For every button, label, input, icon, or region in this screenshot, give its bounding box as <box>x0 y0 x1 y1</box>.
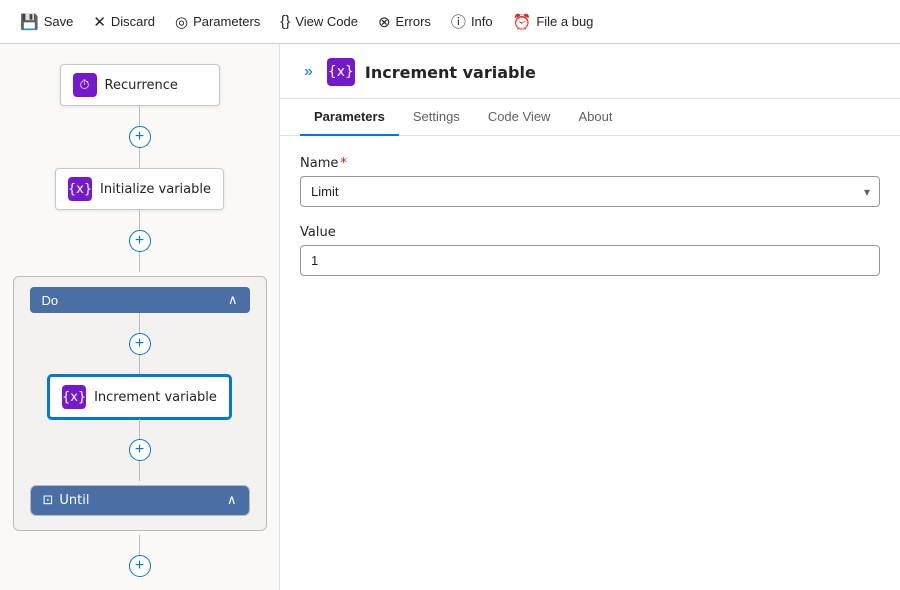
errors-button[interactable]: ⊗ Errors <box>370 9 439 35</box>
name-field-group: Name* Limit ▾ <box>300 156 880 207</box>
connector-2: + <box>129 210 151 272</box>
code-icon: {} <box>280 13 290 30</box>
info-icon: ⓘ <box>451 11 466 32</box>
increment-variable-node[interactable]: {x} Increment variable <box>48 375 231 419</box>
bug-icon: ⏰ <box>513 13 532 31</box>
view-code-button[interactable]: {} View Code <box>272 9 366 34</box>
connector-do-bottom: + <box>129 419 151 481</box>
initialize-variable-icon: {x} <box>68 177 92 201</box>
until-container: ⊡ Until ∧ <box>30 485 250 516</box>
tab-about[interactable]: About <box>564 99 626 136</box>
increment-variable-label: Increment variable <box>94 390 217 405</box>
recurrence-node[interactable]: ⏱ Recurrence <box>60 64 220 106</box>
discard-label: Discard <box>111 14 155 29</box>
until-icon: ⊡ <box>43 493 54 508</box>
panel-title-icon: {x} <box>327 58 355 86</box>
do-label: Do <box>42 293 59 308</box>
name-required: * <box>340 156 347 171</box>
parameters-button[interactable]: ◎ Parameters <box>167 9 268 35</box>
connector-bottom: + <box>129 535 151 577</box>
do-loop-header[interactable]: Do ∧ <box>30 287 250 313</box>
tab-parameters[interactable]: Parameters <box>300 99 399 136</box>
connector-line <box>139 313 140 333</box>
tab-code-view[interactable]: Code View <box>474 99 565 136</box>
parameters-label: Parameters <box>193 14 260 29</box>
panel-title: Increment variable <box>365 63 536 82</box>
value-field-group: Value <box>300 225 880 276</box>
save-icon: 💾 <box>20 13 39 31</box>
value-label: Value <box>300 225 880 240</box>
collapse-icon: ∧ <box>228 292 238 308</box>
recurrence-label: Recurrence <box>105 78 178 93</box>
panel-content: Name* Limit ▾ Value <box>280 136 900 314</box>
connector-line <box>139 148 140 168</box>
file-a-bug-button[interactable]: ⏰ File a bug <box>505 9 602 35</box>
errors-icon: ⊗ <box>378 13 391 31</box>
info-button[interactable]: ⓘ Info <box>443 7 501 36</box>
until-label: Until <box>59 493 89 508</box>
discard-icon: ✕ <box>93 13 106 31</box>
save-label: Save <box>44 14 74 29</box>
add-after-recurrence-button[interactable]: + <box>129 126 151 148</box>
tab-settings[interactable]: Settings <box>399 99 474 136</box>
errors-label: Errors <box>396 14 431 29</box>
recurrence-icon: ⏱ <box>73 73 97 97</box>
panel-expand-button[interactable]: » <box>300 63 317 81</box>
file-a-bug-label: File a bug <box>536 14 593 29</box>
discard-button[interactable]: ✕ Discard <box>85 9 163 35</box>
detail-panel: » {x} Increment variable Parameters Sett… <box>280 44 900 590</box>
panel-header: » {x} Increment variable <box>280 44 900 99</box>
connector-line <box>139 252 140 272</box>
name-select[interactable]: Limit <box>300 176 880 207</box>
add-after-increment-button[interactable]: + <box>129 439 151 461</box>
increment-variable-icon: {x} <box>62 385 86 409</box>
add-after-init-button[interactable]: + <box>129 230 151 252</box>
name-select-wrapper: Limit ▾ <box>300 176 880 207</box>
connector-line <box>139 210 140 230</box>
save-button[interactable]: 💾 Save <box>12 9 81 35</box>
connector-do-top: + <box>129 313 151 375</box>
view-code-label: View Code <box>295 14 358 29</box>
until-collapse-icon: ∧ <box>227 493 237 508</box>
connector-line <box>139 461 140 481</box>
do-loop-container: Do ∧ + {x} Increment variable + <box>13 276 267 531</box>
connector-line <box>139 535 140 555</box>
until-header[interactable]: ⊡ Until ∧ <box>31 486 249 515</box>
add-after-do-button[interactable]: + <box>129 555 151 577</box>
panel-tabs: Parameters Settings Code View About <box>280 99 900 136</box>
flow-container: ⏱ Recurrence + {x} Initialize variable + <box>0 64 279 577</box>
initialize-variable-node[interactable]: {x} Initialize variable <box>55 168 224 210</box>
connector-1: + <box>129 106 151 168</box>
connector-line <box>139 419 140 439</box>
add-inside-do-button[interactable]: + <box>129 333 151 355</box>
initialize-variable-label: Initialize variable <box>100 182 211 197</box>
canvas-panel: ⏱ Recurrence + {x} Initialize variable + <box>0 44 280 590</box>
connector-line <box>139 355 140 375</box>
value-input[interactable] <box>300 245 880 276</box>
connector-line <box>139 106 140 126</box>
info-label: Info <box>471 14 493 29</box>
main-layout: ⏱ Recurrence + {x} Initialize variable + <box>0 44 900 590</box>
parameters-icon: ◎ <box>175 13 188 31</box>
toolbar: 💾 Save ✕ Discard ◎ Parameters {} View Co… <box>0 0 900 44</box>
name-label: Name* <box>300 156 880 171</box>
